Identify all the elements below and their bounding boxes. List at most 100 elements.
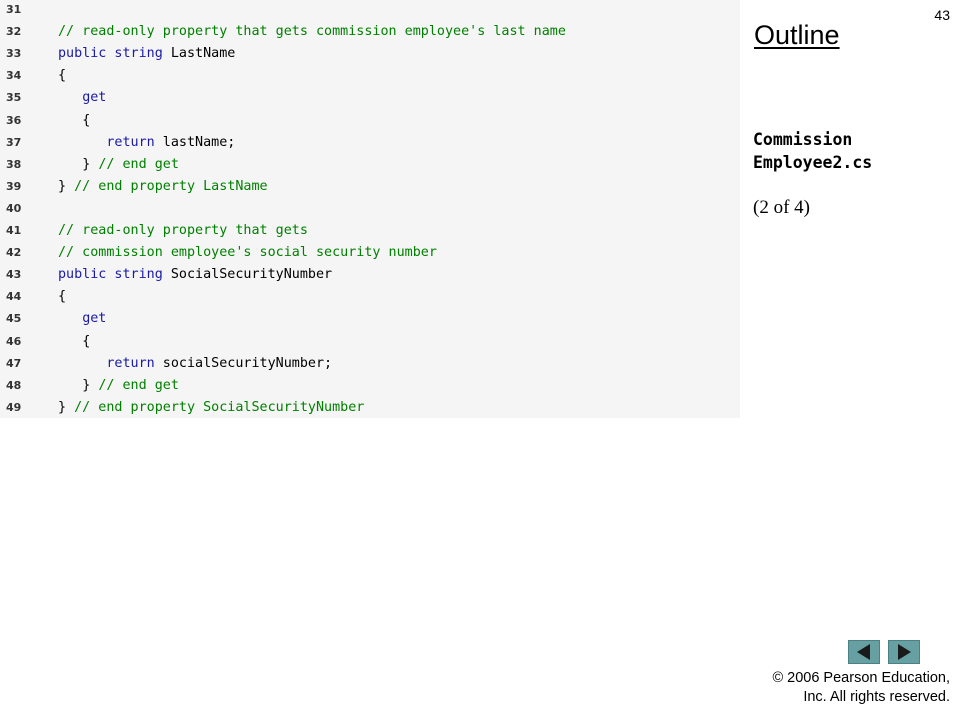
line-number: 38 xyxy=(6,157,22,171)
line-number: 31 xyxy=(6,3,22,16)
code-line: 46 { xyxy=(0,331,740,353)
code-token: { xyxy=(58,289,67,305)
line-number: 33 xyxy=(6,47,22,61)
code-text: // commission employee's social security… xyxy=(58,242,437,264)
code-token: lastName; xyxy=(154,134,236,150)
code-comment: // end property SocialSecurityNumber xyxy=(74,399,365,415)
line-number: 41 xyxy=(6,224,22,237)
code-keyword: public string xyxy=(58,46,163,62)
line-number: 36 xyxy=(6,113,22,127)
code-token: } xyxy=(58,178,75,194)
code-line: 49} // end property SocialSecurityNumber xyxy=(0,397,740,419)
slide-number: 43 xyxy=(934,7,950,23)
code-line: 42 // commission employee's social securi… xyxy=(0,242,740,264)
code-line: 43 public string SocialSecurityNumber xyxy=(0,264,740,286)
next-slide-button[interactable] xyxy=(888,640,920,664)
file-name-line-1: Commission xyxy=(753,130,853,149)
code-text: // read-only property that gets commissi… xyxy=(58,21,566,43)
code-listing-panel: 31 32 // read-only property that gets comm… xyxy=(0,0,740,418)
code-keyword: return xyxy=(106,355,155,371)
code-comment: // read-only property that gets commissi… xyxy=(58,24,566,40)
code-text: } // end property SocialSecurityNumber xyxy=(58,397,364,419)
code-line: 44 { xyxy=(0,286,740,308)
code-line: 36 { xyxy=(0,110,740,132)
code-token: SocialSecurityNumber xyxy=(162,267,333,283)
code-token: { xyxy=(58,68,67,84)
copyright-line-2: Inc. All rights reserved. xyxy=(803,689,950,705)
code-comment: // end get xyxy=(98,156,179,172)
code-line: 39 } // end property LastName xyxy=(0,176,740,198)
code-line: 48 } // end get xyxy=(0,375,740,397)
file-name-line-2: Employee2.cs xyxy=(753,153,873,172)
code-text: public string SocialSecurityNumber xyxy=(58,264,332,286)
line-number: 47 xyxy=(6,356,22,370)
code-token: } xyxy=(82,377,99,393)
line-number: 32 xyxy=(6,25,22,39)
code-token: } xyxy=(58,399,75,415)
file-name: Commission Employee2.cs xyxy=(753,128,872,174)
line-number: 39 xyxy=(6,179,22,193)
code-comment: // commission employee's social security… xyxy=(58,245,437,261)
code-line: 32 // read-only property that gets commis… xyxy=(0,21,740,43)
code-line: 37 return lastName; xyxy=(0,132,740,154)
line-number: 40 xyxy=(6,201,22,215)
copyright-notice: © 2006 Pearson Education, Inc. All right… xyxy=(772,669,950,707)
code-keyword: get xyxy=(82,90,107,106)
code-comment: // read-only property that gets xyxy=(58,223,308,238)
code-text: public string LastName xyxy=(58,43,235,65)
outline-title: Outline xyxy=(754,20,840,50)
copyright-line-1: © 2006 Pearson Education, xyxy=(772,670,950,686)
code-text: { xyxy=(58,286,66,308)
code-comment: // end get xyxy=(98,377,179,393)
code-token: { xyxy=(82,112,91,128)
triangle-right-icon xyxy=(898,644,911,660)
code-keyword: public string xyxy=(58,267,163,283)
line-number: 43 xyxy=(6,268,22,282)
line-number: 49 xyxy=(6,400,22,414)
code-text: { xyxy=(58,110,90,132)
code-text: return socialSecurityNumber; xyxy=(58,353,332,375)
line-number: 35 xyxy=(6,91,22,105)
previous-slide-button[interactable] xyxy=(848,640,880,664)
code-line: 40 xyxy=(0,198,740,220)
code-text: // read-only property that gets xyxy=(58,220,308,242)
code-line: 34 { xyxy=(0,65,740,87)
code-text: { xyxy=(58,65,66,87)
code-line: 33 public string LastName xyxy=(0,43,740,65)
line-number: 46 xyxy=(6,334,22,348)
code-text: get xyxy=(58,308,106,330)
code-text: return lastName; xyxy=(58,132,235,154)
code-line: 35 get xyxy=(0,87,740,109)
code-line: 41 // read-only property that gets xyxy=(0,220,740,242)
code-line: 31 xyxy=(0,0,740,21)
code-token: socialSecurityNumber; xyxy=(154,355,333,371)
part-indicator: (2 of 4) xyxy=(753,197,810,218)
triangle-left-icon xyxy=(857,644,870,660)
line-number: 37 xyxy=(6,135,22,149)
code-token: } xyxy=(82,156,99,172)
line-number: 42 xyxy=(6,246,22,260)
code-keyword: return xyxy=(106,134,155,150)
code-text: { xyxy=(58,331,90,353)
code-line: 45 get xyxy=(0,308,740,330)
code-token: { xyxy=(82,333,91,349)
code-keyword: get xyxy=(82,311,107,327)
code-line: 47 return socialSecurityNumber; xyxy=(0,353,740,375)
code-text: } // end get xyxy=(58,375,179,397)
code-text: get xyxy=(58,87,106,109)
line-number: 44 xyxy=(6,290,22,304)
code-text: } // end property LastName xyxy=(58,176,268,198)
code-token: LastName xyxy=(162,46,236,62)
code-line: 38 } // end get xyxy=(0,154,740,176)
code-text: } // end get xyxy=(58,154,179,176)
line-number: 48 xyxy=(6,378,22,392)
line-number: 34 xyxy=(6,69,22,83)
